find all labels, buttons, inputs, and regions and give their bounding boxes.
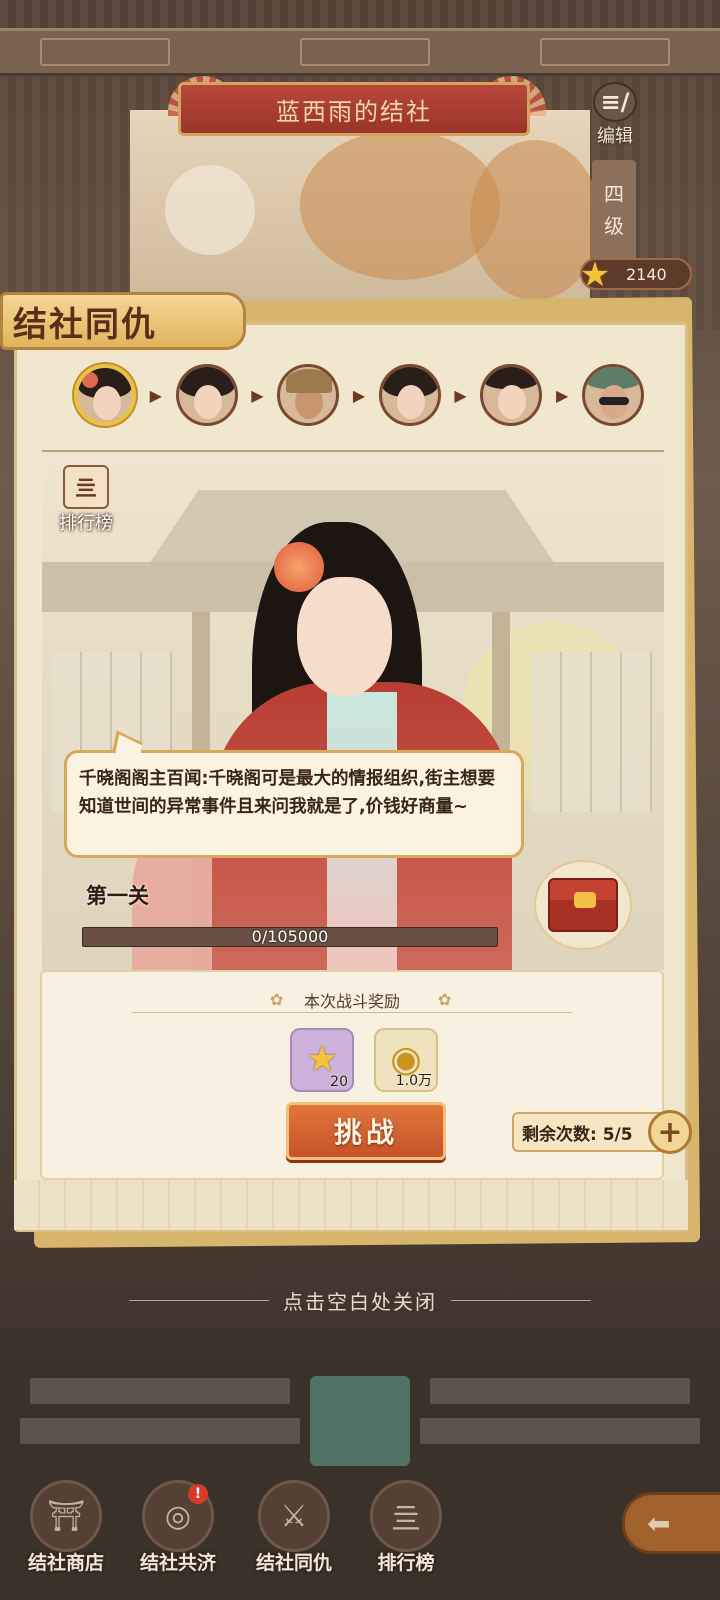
stage-avatar-3[interactable] — [277, 364, 340, 426]
background-sun — [165, 165, 255, 255]
level-char: 四 — [604, 182, 624, 206]
dialogue-text: 千晓阁阁主百闻:千晓阁可是最大的情报组织,街主想要知道世间的异常事件且来问我就是… — [79, 769, 496, 817]
notification-badge: ! — [188, 1484, 208, 1504]
floor-step — [430, 1378, 690, 1404]
floor-step — [30, 1378, 290, 1404]
face — [396, 385, 425, 419]
arrow-right-icon: ▶ — [454, 385, 467, 405]
back-arrow-icon: ⬅ — [647, 1506, 671, 1540]
nav-item-battle[interactable]: ⚔ 结社同仇 — [244, 1480, 344, 1590]
floor-step — [20, 1418, 300, 1444]
glasses-icon — [598, 397, 629, 405]
reward-title: 本次战斗奖励 — [303, 992, 400, 1011]
remaining-attempts-text: 剩余次数: 5/5 — [522, 1124, 633, 1145]
beam-panel — [540, 38, 670, 66]
arrow-right-icon: ▶ — [556, 385, 569, 405]
nav-label: 结社同仇 — [255, 1552, 332, 1574]
add-attempts-button[interactable]: + — [648, 1110, 692, 1154]
score-pill: ★ 2140 — [580, 256, 692, 294]
back-button[interactable]: ⬅ — [622, 1492, 720, 1554]
beam-panel — [40, 38, 170, 66]
score-value: 2140 — [626, 264, 667, 284]
boss-face — [297, 577, 392, 697]
flower-icon — [82, 372, 98, 388]
floor-door — [310, 1376, 410, 1466]
bottom-nav: ⛩ 结社商店 ◎ ! 结社共济 ⚔ 结社同仇 亖 排行榜 — [0, 1470, 720, 1600]
challenge-label: 挑战 — [333, 1116, 398, 1149]
challenge-button[interactable]: 挑战 — [286, 1102, 446, 1160]
nav-item-shop[interactable]: ⛩ 结社商店 — [16, 1480, 116, 1590]
edit-icon: ≡/ — [593, 82, 637, 122]
stage-avatar-4[interactable] — [378, 364, 441, 426]
divider — [129, 1300, 269, 1301]
society-title: 蓝西雨的结社 — [276, 97, 432, 126]
close-hint[interactable]: 点击空白处关闭 — [0, 1286, 720, 1315]
beam-panel — [300, 38, 430, 66]
nav-item-mutual-aid[interactable]: ◎ ! 结社共济 — [128, 1480, 228, 1590]
nav-label: 结社共济 — [139, 1552, 216, 1574]
divider — [132, 1012, 572, 1013]
close-hint-text: 点击空白处关闭 — [283, 1290, 437, 1314]
arrow-right-icon: ▶ — [352, 385, 366, 405]
battle-icon: ⚔ — [258, 1480, 330, 1552]
boss-hair-flower — [274, 542, 324, 592]
stage-avatar-5[interactable] — [480, 364, 543, 426]
boss-hp-text: 0/105000 — [251, 927, 329, 946]
nav-item-leaderboard[interactable]: 亖 排行榜 — [356, 1480, 456, 1590]
hat — [286, 369, 333, 393]
leaderboard-button[interactable]: 亖 排行榜 — [50, 465, 122, 543]
stage-avatar-6[interactable] — [581, 364, 644, 426]
shop-icon: ⛩ — [30, 1480, 102, 1552]
leaderboard-icon: 亖 — [63, 465, 109, 509]
nav-label: 排行榜 — [377, 1552, 435, 1574]
reward-qty: 20 — [330, 1074, 348, 1090]
flower-deco-icon: ✿ — [438, 990, 452, 1009]
face — [498, 385, 527, 419]
stage-avatar-2[interactable] — [175, 364, 238, 426]
level-char: 级 — [604, 214, 624, 238]
reward-item-coin[interactable]: ◉ 1.0万 — [374, 1028, 438, 1092]
floor-step — [420, 1418, 700, 1444]
stage-avatar-1[interactable] — [74, 364, 136, 426]
leaderboard-label: 排行榜 — [59, 513, 113, 534]
face — [193, 385, 222, 419]
card-bottom-band — [14, 1180, 688, 1230]
nav-label: 结社商店 — [27, 1552, 104, 1574]
edit-button[interactable]: ≡/ 编辑 — [584, 78, 646, 148]
reward-qty: 1.0万 — [395, 1073, 432, 1089]
section-tab: 结社同仇 — [0, 292, 246, 350]
background-tree — [300, 130, 500, 280]
chest-icon — [548, 878, 618, 932]
arrow-right-icon: ▶ — [149, 385, 162, 405]
society-title-banner: 蓝西雨的结社 — [178, 82, 530, 136]
boss-character — [132, 522, 512, 970]
edit-label: 编辑 — [597, 126, 633, 147]
arrow-right-icon: ▶ — [251, 385, 264, 405]
dialogue-bubble: 千晓阁阁主百闻:千晓阁可是最大的情报组织,街主想要知道世间的异常事件且来问我就是… — [64, 750, 524, 858]
section-title: 结社同仇 — [13, 304, 157, 345]
scene-window — [532, 652, 652, 812]
stage-name: 第一关 — [86, 884, 149, 908]
level-plaque: 四 级 — [592, 160, 636, 260]
reward-item-star[interactable]: ★ 20 — [290, 1028, 354, 1092]
leaderboard-icon: 亖 — [370, 1480, 442, 1552]
divider — [451, 1300, 591, 1301]
boss-hp-bar: 0/105000 — [82, 927, 498, 947]
reward-chest-button[interactable] — [534, 860, 632, 950]
face — [93, 386, 121, 420]
star-icon: ★ — [579, 255, 611, 295]
stage-row: ▶ ▶ ▶ ▶ ▶ — [74, 360, 644, 430]
